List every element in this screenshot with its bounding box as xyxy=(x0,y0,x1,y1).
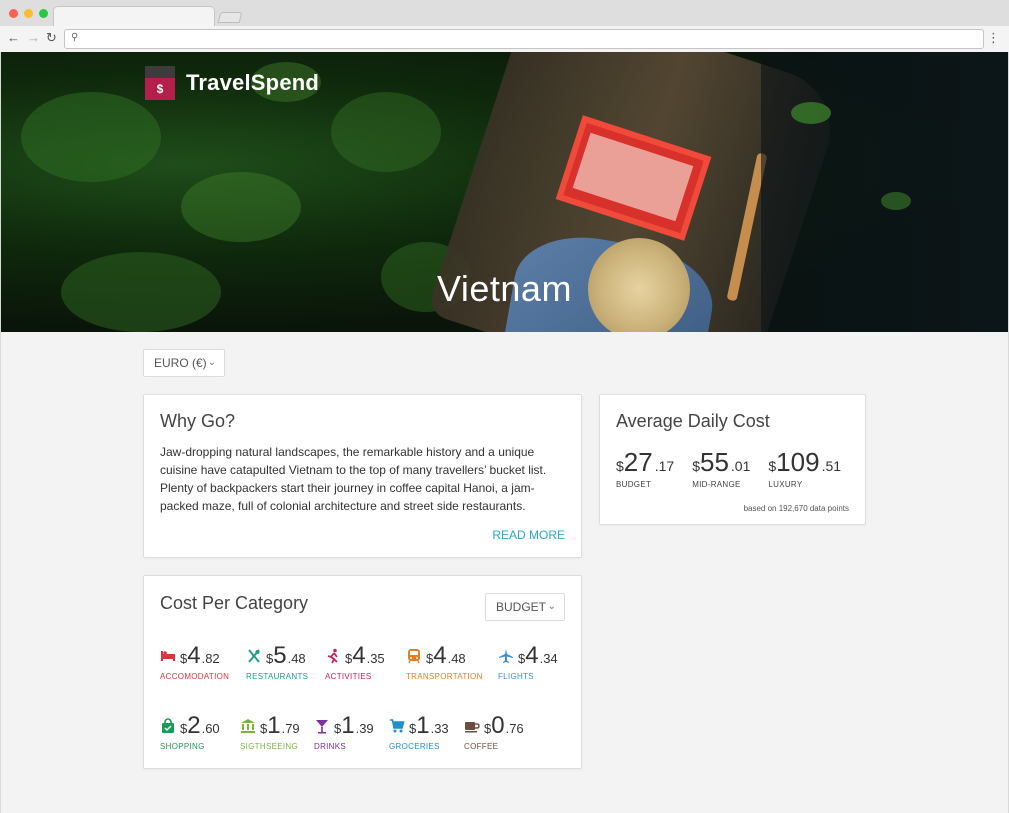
category-accomodation: $4.82 ACCOMODATION xyxy=(160,642,230,681)
close-window-button[interactable] xyxy=(9,9,18,18)
category-restaurants: $5.48 RESTAURANTS xyxy=(246,642,309,681)
cost-per-category-card: Cost Per Category BUDGET ⌄ $4.82 ACCOMODA… xyxy=(143,575,582,769)
category-label: SIGTHSEEING xyxy=(240,742,298,751)
forward-arrow-icon[interactable]: → xyxy=(27,30,40,46)
groceries-icon xyxy=(389,718,405,734)
category-groceries: $1.33 GROCERIES xyxy=(389,712,449,751)
budget-level-select[interactable]: BUDGET ⌄ xyxy=(485,593,565,621)
chevron-down-icon: ⌄ xyxy=(207,357,216,368)
category-label: RESTAURANTS xyxy=(246,672,309,681)
category-sigthseeing: $1.79 SIGTHSEEING xyxy=(240,712,300,751)
brand[interactable]: $ TravelSpend xyxy=(145,66,319,100)
why-go-body: Jaw-dropping natural landscapes, the rem… xyxy=(160,445,547,513)
brand-name: TravelSpend xyxy=(186,70,320,95)
read-more-link[interactable]: READ MORE xyxy=(492,528,565,542)
why-go-card: Why Go? Jaw-dropping natural landscapes,… xyxy=(143,394,582,558)
cost-per-category-title: Cost Per Category xyxy=(160,593,309,613)
coffee-icon xyxy=(464,718,480,734)
bed-icon xyxy=(160,648,176,664)
new-tab-button[interactable] xyxy=(217,12,243,23)
browser-menu-icon[interactable]: ⋮ xyxy=(987,30,1000,46)
transport-icon xyxy=(406,648,422,664)
category-shopping: $2.60 SHOPPING xyxy=(160,712,220,751)
category-drinks: $1.39 DRINKS xyxy=(314,712,374,751)
chevron-down-icon: ⌄ xyxy=(547,601,556,612)
sightseeing-icon xyxy=(240,718,256,734)
category-label: TRANSPORTATION xyxy=(406,672,483,681)
why-go-title: Why Go? xyxy=(160,411,236,431)
category-label: FLIGHTS xyxy=(498,672,534,681)
window-controls xyxy=(9,9,48,18)
luxury-price: $ 109 .51 LUXURY xyxy=(768,447,842,489)
category-transportation: $4.48 TRANSPORTATION xyxy=(406,642,483,681)
average-cost-row: $ 27 .17 BUDGET $ 55 .01 MID-RANGE $ 109… xyxy=(616,447,841,489)
reload-icon[interactable]: ↻ xyxy=(46,30,57,46)
browser-chrome: ← → ↻ ⚲ ⋮ xyxy=(0,0,1009,52)
flight-icon xyxy=(498,648,514,664)
back-arrow-icon[interactable]: ← xyxy=(7,30,20,46)
mid-range-price: $ 55 .01 MID-RANGE xyxy=(692,447,751,489)
currency-selected-value: EURO (€) xyxy=(154,356,207,370)
restaurant-icon xyxy=(246,648,262,664)
dollar-icon: $ xyxy=(145,78,175,100)
budget-price: $ 27 .17 BUDGET xyxy=(616,447,675,489)
category-flights: $4.34 FLIGHTS xyxy=(498,642,558,681)
activity-icon xyxy=(325,648,341,664)
minimize-window-button[interactable] xyxy=(24,9,33,18)
budget-level-value: BUDGET xyxy=(496,600,547,614)
brand-logo: $ xyxy=(145,66,175,100)
drinks-icon xyxy=(314,718,330,734)
category-label: DRINKS xyxy=(314,742,347,751)
browser-tab[interactable] xyxy=(53,6,215,27)
category-coffee: $0.76 COFFEE xyxy=(464,712,524,751)
currency-select[interactable]: EURO (€) ⌄ xyxy=(143,349,225,377)
category-label: COFFEE xyxy=(464,742,499,751)
average-daily-cost-title: Average Daily Cost xyxy=(616,411,770,431)
shopping-icon xyxy=(160,718,176,734)
maximize-window-button[interactable] xyxy=(39,9,48,18)
luxury-label: LUXURY xyxy=(768,480,803,489)
budget-label: BUDGET xyxy=(616,480,652,489)
category-label: SHOPPING xyxy=(160,742,205,751)
destination-title: Vietnam xyxy=(437,268,572,309)
average-daily-cost-card: Average Daily Cost $ 27 .17 BUDGET $ 55 … xyxy=(599,394,866,525)
data-points-note: based on 192,670 data points xyxy=(743,504,849,513)
browser-toolbar: ← → ↻ ⚲ ⋮ xyxy=(0,26,1009,52)
category-label: ACTIVITIES xyxy=(325,672,372,681)
category-label: GROCERIES xyxy=(389,742,440,751)
address-bar[interactable]: ⚲ xyxy=(64,29,984,49)
category-activities: $4.35 ACTIVITIES xyxy=(325,642,385,681)
search-icon: ⚲ xyxy=(71,32,79,43)
category-label: ACCOMODATION xyxy=(160,672,230,681)
mid-range-label: MID-RANGE xyxy=(692,480,741,489)
